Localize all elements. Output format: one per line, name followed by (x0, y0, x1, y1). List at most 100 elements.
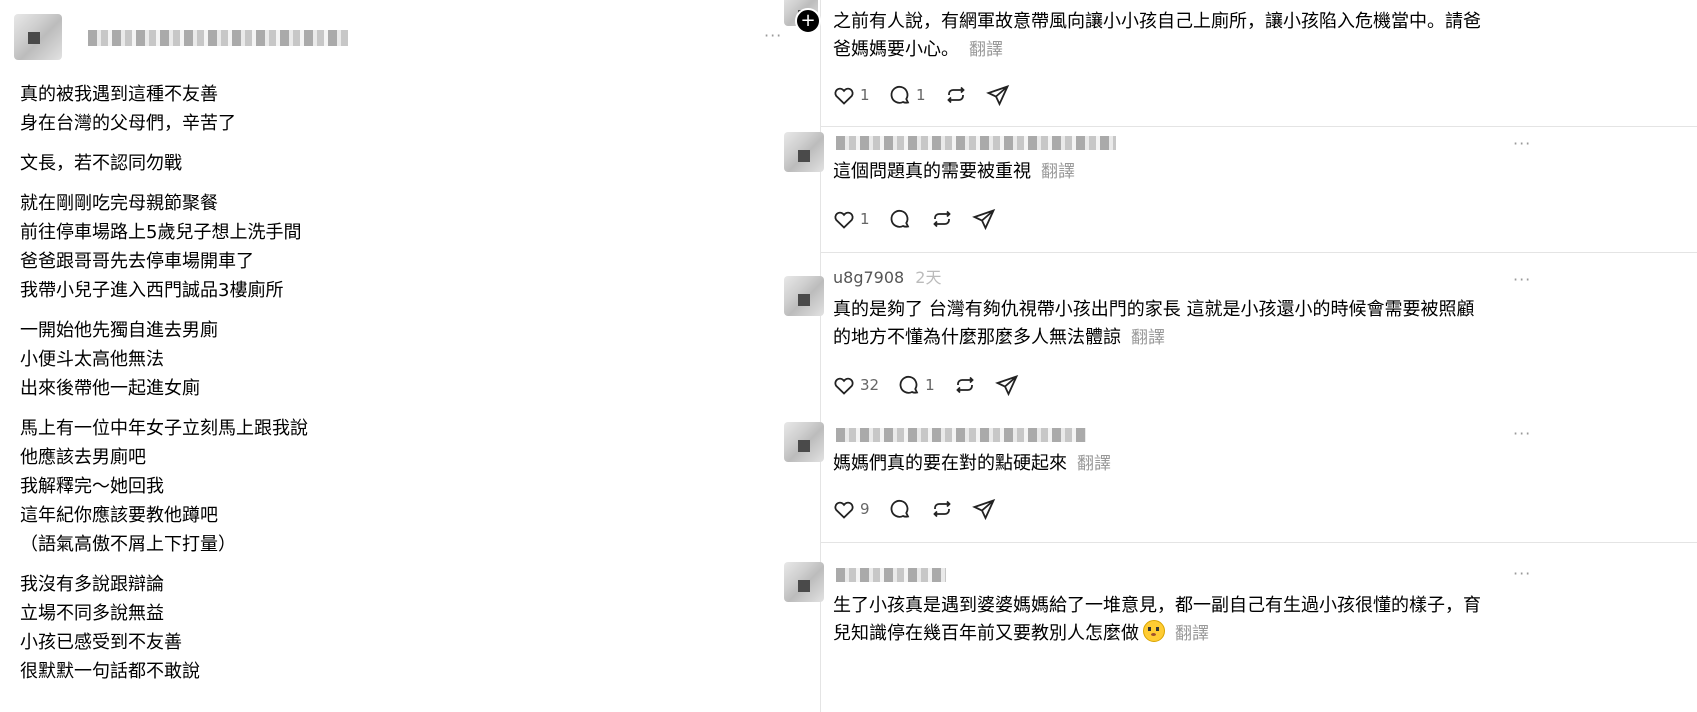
comment-2-like-button[interactable]: 1 (832, 207, 870, 231)
reply-bubble-icon (890, 499, 910, 518)
thread-connector (820, 0, 821, 712)
post-line: 小孩已感受到不友善 (20, 632, 182, 653)
post-line: 出來後帶他一起進女廁 (20, 378, 200, 399)
comment-2-more-menu[interactable]: ··· (1513, 134, 1531, 153)
post-line: 他應該去男廁吧 (20, 447, 146, 468)
post-paragraph: 一開始他先獨自進去男廁 小便斗太高他無法出來後帶他一起進女廁 (20, 316, 380, 403)
comment-2-share-button[interactable] (972, 207, 996, 231)
comment-4-repost-button[interactable] (930, 497, 954, 521)
comment-4-username-redacted (836, 428, 1086, 442)
post-author-name-redacted (88, 30, 348, 46)
post-line: 爸爸跟哥哥先去停車場開車了 (20, 251, 254, 272)
repost-icon (933, 500, 951, 518)
post-line: 就在剛剛吃完母親節聚餐 (20, 193, 218, 214)
post-line: （語氣高傲不屑上下打量） (20, 534, 236, 555)
comment-3-reply-count: 1 (925, 376, 935, 394)
reply-bubble-icon (899, 375, 919, 394)
comment-4-share-button[interactable] (972, 497, 996, 521)
comment-1-translate-link[interactable]: 翻譯 (969, 40, 1003, 60)
post-line: 一開始他先獨自進去男廁 (20, 320, 218, 341)
repost-icon (947, 86, 965, 104)
comment-5-translate-link[interactable]: 翻譯 (1175, 624, 1209, 644)
comment-1-share-button[interactable] (986, 83, 1010, 107)
post-line: 我解釋完～她回我 (20, 476, 164, 497)
comment-2-repost-button[interactable] (930, 207, 954, 231)
comment-4-reply-button[interactable] (888, 497, 912, 521)
heart-icon (834, 211, 854, 229)
comment-5-more-menu[interactable]: ··· (1513, 564, 1531, 583)
comment-3-translate-link[interactable]: 翻譯 (1131, 328, 1165, 348)
post-more-menu[interactable]: ··· (764, 26, 782, 45)
post-paragraph: 我沒有多說跟辯論 立場不同多說無益 小孩已感受到不友善 很默默一句話都不敢說 (20, 570, 380, 686)
post-line: 我沒有多說跟辯論 (20, 574, 164, 595)
comment-1-reply-button[interactable]: 1 (888, 83, 926, 107)
comment-4-more-menu[interactable]: ··· (1513, 424, 1531, 443)
comment-3-time: 2天 (915, 268, 942, 287)
heart-icon (834, 501, 854, 519)
comment-3-repost-button[interactable] (953, 373, 977, 397)
post-line: 立場不同多說無益 (20, 603, 164, 624)
comment-4-actions: 9 (832, 496, 1014, 522)
post-body: 真的被我遇到這種不友善 身在台灣的父母們，辛苦了文長，若不認同勿戰就在剛剛吃完母親… (20, 80, 380, 697)
post-line: 很默默一句話都不敢說 (20, 661, 200, 682)
post-paragraph: 就在剛剛吃完母親節聚餐前往停車場路上5歲兒子想上洗手間 爸爸跟哥哥先去停車場開車了… (20, 189, 380, 305)
comment-divider (820, 126, 1697, 127)
comment-5-username-redacted (836, 568, 946, 582)
reply-bubble-icon (890, 209, 910, 228)
post-line: 這年紀你應該要教他蹲吧 (20, 505, 218, 526)
comment-4-translate-link[interactable]: 翻譯 (1077, 454, 1111, 474)
comment-3-like-button[interactable]: 32 (832, 373, 879, 397)
repost-icon (956, 376, 974, 394)
comment-1-repost-button[interactable] (944, 83, 968, 107)
post-line: 小便斗太高他無法 (20, 349, 164, 370)
post-paragraph: 文長，若不認同勿戰 (20, 149, 380, 178)
heart-icon (834, 87, 854, 105)
post-line: 文長，若不認同勿戰 (20, 153, 182, 174)
comment-1-actions: 1 1 (832, 82, 1028, 108)
comment-3-more-menu[interactable]: ··· (1513, 270, 1531, 289)
send-icon (986, 84, 1010, 107)
comment-3-header: u8g7908 2天 (833, 264, 941, 292)
comment-3-share-button[interactable] (995, 373, 1019, 397)
comment-divider (820, 252, 1697, 253)
comment-4-avatar[interactable] (784, 422, 824, 462)
comment-2-actions: 1 (832, 206, 1014, 232)
comment-3-avatar[interactable] (784, 276, 824, 316)
post-paragraph: 真的被我遇到這種不友善 身在台灣的父母們，辛苦了 (20, 80, 380, 138)
comment-4-like-count: 9 (860, 500, 870, 518)
comment-1-reply-count: 1 (916, 86, 926, 104)
comment-5-avatar[interactable] (784, 562, 824, 602)
post-line: 馬上有一位中年女子立刻馬上跟我說 (20, 418, 308, 439)
face-with-rolling-eyes-icon (1143, 620, 1165, 642)
comment-3-text: 真的是夠了 台灣有夠仇視帶小孩出門的家長 這就是小孩還小的時候會需要被照顧 的地方… (833, 299, 1475, 348)
send-icon (995, 374, 1019, 397)
post-author-avatar[interactable] (14, 14, 62, 60)
post-line: 前往停車場路上5歲兒子想上洗手間 (20, 222, 302, 243)
comment-4-like-button[interactable]: 9 (832, 497, 870, 521)
comment-divider (820, 542, 1697, 543)
comment-2-like-count: 1 (860, 210, 870, 228)
reply-bubble-icon (890, 85, 910, 104)
comment-2-text: 這個問題真的需要被重視 翻譯 (833, 161, 1075, 182)
comment-1-like-button[interactable]: 1 (832, 83, 870, 107)
repost-icon (933, 210, 951, 228)
follow-plus-icon[interactable]: + (795, 8, 821, 34)
comment-2-translate-link[interactable]: 翻譯 (1041, 162, 1075, 182)
comment-3-like-count: 32 (860, 376, 880, 394)
comment-2-username-redacted (836, 136, 1116, 150)
post-line: 我帶小兒子進入西門誠品3樓廁所 (20, 280, 284, 301)
comment-1-like-count: 1 (860, 86, 870, 104)
comment-5-text: 生了小孩真是遇到婆婆媽媽給了一堆意見，都一副自己有生過小孩很懂的樣子，育 兒知識停… (833, 595, 1481, 644)
post-paragraph: 馬上有一位中年女子立刻馬上跟我說 他應該去男廁吧 我解釋完～她回我這年紀你應該要教他… (20, 414, 380, 559)
comment-1-text: 之前有人說，有網軍故意帶風向讓小小孩自己上廁所，讓小孩陷入危機當中。請爸 爸媽媽要… (833, 11, 1481, 60)
comment-3-actions: 32 1 (832, 372, 1037, 398)
heart-icon (834, 377, 854, 395)
post-line: 真的被我遇到這種不友善 (20, 84, 218, 105)
comment-3-username[interactable]: u8g7908 (833, 268, 904, 287)
send-icon (972, 498, 996, 521)
send-icon (972, 208, 996, 231)
comment-2-reply-button[interactable] (888, 207, 912, 231)
comment-3-reply-button[interactable]: 1 (897, 373, 935, 397)
comment-4-text: 媽媽們真的要在對的點硬起來 翻譯 (833, 453, 1111, 474)
comment-2-avatar[interactable] (784, 132, 824, 172)
